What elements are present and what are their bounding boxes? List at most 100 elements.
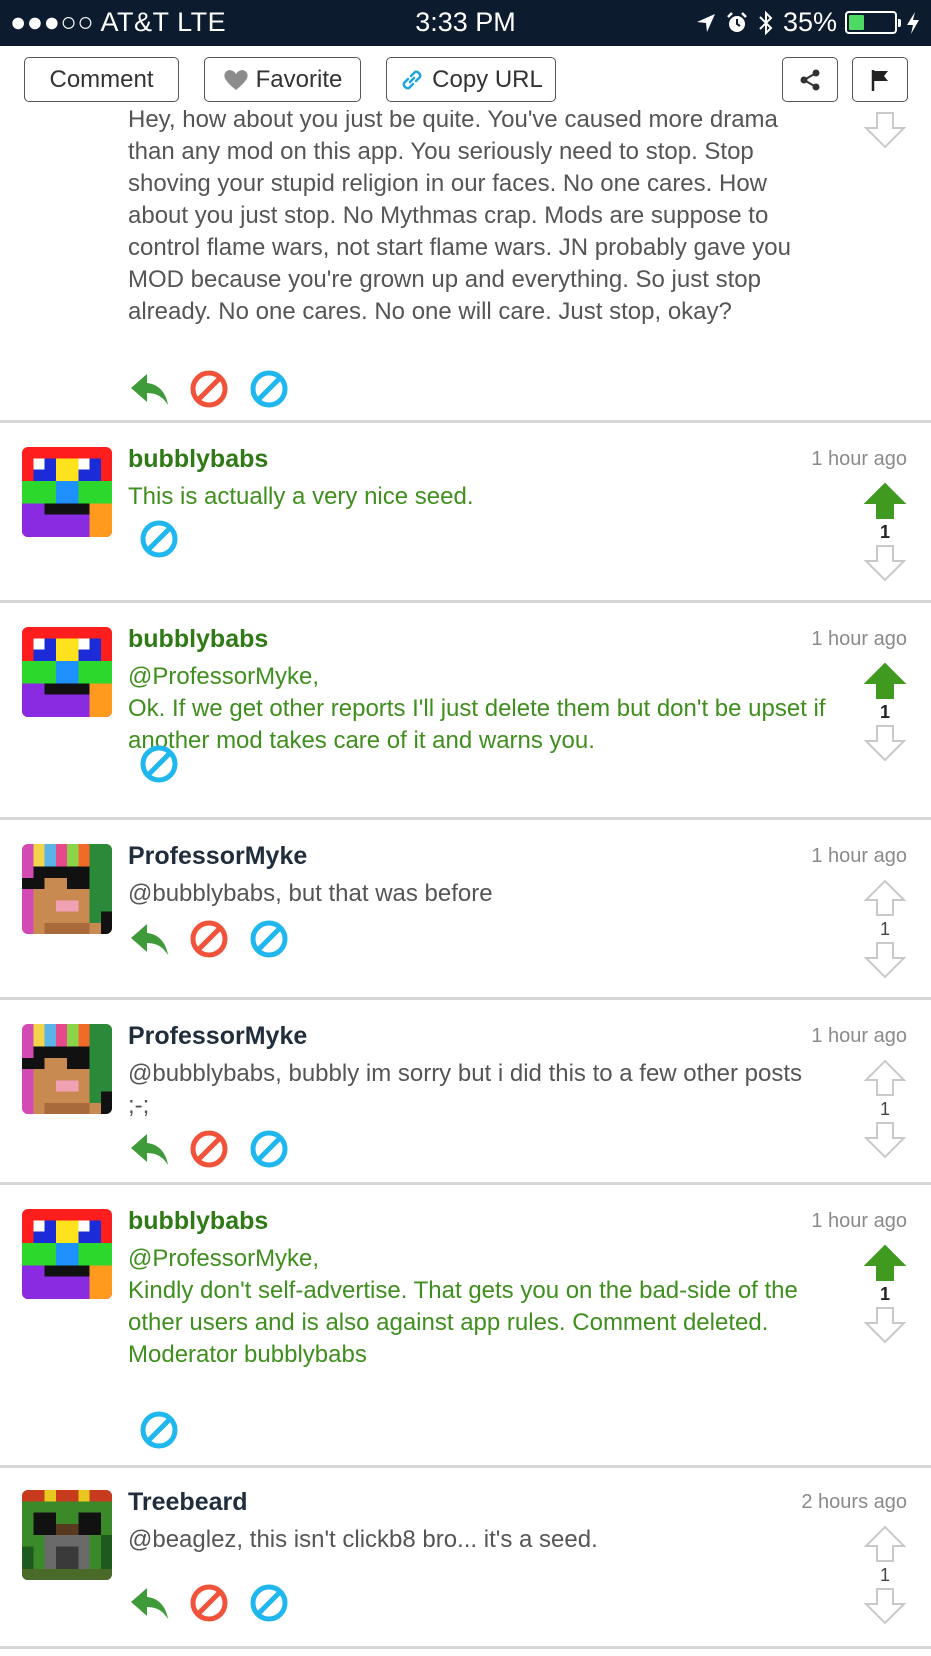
vote-widget: 1 [863, 1243, 907, 1345]
status-bar: ●●●○○ AT&T LTE 3:33 PM 35% [0, 0, 931, 46]
edit-icon[interactable] [138, 1409, 180, 1451]
username[interactable]: bubblybabs [128, 625, 268, 654]
comment-body: @ProfessorMyke, Ok. If we get other repo… [128, 663, 826, 754]
avatar[interactable] [22, 627, 112, 717]
avatar[interactable] [22, 1024, 112, 1114]
report-button[interactable] [852, 57, 908, 102]
copy-url-button-label: Copy URL [432, 65, 543, 93]
vote-widget: 1 [863, 481, 907, 583]
comment-actions [128, 1128, 290, 1170]
upvote-arrow-icon[interactable] [863, 1243, 907, 1283]
timestamp: 1 hour ago [811, 1210, 907, 1232]
location-arrow-icon [696, 13, 715, 32]
vote-widget: 1 [863, 661, 907, 763]
username[interactable]: ProfessorMyke [128, 1022, 307, 1051]
comment-button[interactable]: Comment [24, 57, 179, 102]
downvote-arrow-icon[interactable] [863, 723, 907, 763]
comment-actions [128, 918, 290, 960]
flag-icon [871, 69, 888, 91]
vote-widget: 1 [863, 1524, 907, 1626]
vote-count: 1 [879, 702, 890, 722]
ban-icon[interactable] [188, 368, 230, 410]
comment: bubblybabs 1 hour ago This is actually a… [0, 423, 931, 600]
comment: bubblybabs 1 hour ago @ProfessorMyke, Ok… [0, 603, 931, 817]
comment: Treebeard 2 hours ago @beaglez, this isn… [0, 1468, 931, 1646]
upvote-arrow-icon[interactable] [863, 661, 907, 701]
comment-body: @bubblybabs, but that was before [128, 880, 493, 907]
upvote-arrow-icon[interactable] [863, 1524, 907, 1564]
edit-icon[interactable] [138, 743, 180, 785]
comment-body: This is actually a very nice seed. [128, 483, 474, 510]
vote-count: 1 [879, 522, 890, 542]
ban-icon[interactable] [188, 918, 230, 960]
status-right: 35% [695, 7, 921, 38]
username[interactable]: ProfessorMyke [128, 842, 307, 871]
comment-partial: Hey, how about you just be quite. You've… [0, 106, 931, 420]
comment-actions [128, 368, 290, 410]
ban-icon[interactable] [188, 1128, 230, 1170]
vote-count: 1 [879, 1284, 890, 1304]
avatar[interactable] [22, 1490, 112, 1580]
bluetooth-icon [759, 10, 773, 35]
downvote-arrow-icon[interactable] [863, 940, 907, 980]
avatar[interactable] [22, 844, 112, 934]
reply-icon[interactable] [128, 1128, 170, 1170]
comment-button-label: Comment [49, 65, 154, 93]
vote-count: 1 [879, 1099, 890, 1119]
timestamp: 1 hour ago [811, 448, 907, 470]
downvote-arrow-icon[interactable] [863, 543, 907, 583]
vote-widget: 1 [863, 1058, 907, 1160]
upvote-arrow-icon[interactable] [863, 878, 907, 918]
vote-widget [863, 110, 907, 150]
username[interactable]: bubblybabs [128, 1207, 268, 1236]
edit-icon[interactable] [248, 1128, 290, 1170]
edit-icon[interactable] [248, 1582, 290, 1624]
avatar[interactable] [22, 1209, 112, 1299]
comment-actions [138, 1409, 180, 1451]
share-icon [800, 69, 820, 90]
downvote-arrow-icon[interactable] [863, 110, 907, 150]
timestamp: 1 hour ago [811, 845, 907, 867]
link-icon [402, 70, 422, 89]
username[interactable]: bubblybabs [128, 445, 268, 474]
vote-count: 1 [879, 1565, 890, 1585]
comment-actions [138, 518, 180, 560]
upvote-arrow-icon[interactable] [863, 481, 907, 521]
username[interactable]: Treebeard [128, 1488, 248, 1517]
favorite-button-label: Favorite [255, 65, 343, 93]
timestamp: 2 hours ago [801, 1491, 907, 1513]
downvote-arrow-icon[interactable] [863, 1120, 907, 1160]
downvote-arrow-icon[interactable] [863, 1305, 907, 1345]
reply-icon[interactable] [128, 368, 170, 410]
reply-icon[interactable] [128, 918, 170, 960]
lightning-icon [907, 11, 919, 34]
timestamp: 1 hour ago [811, 1025, 907, 1047]
share-button[interactable] [782, 57, 838, 102]
upvote-arrow-icon[interactable] [863, 1058, 907, 1098]
ban-icon[interactable] [188, 1582, 230, 1624]
toolbar: Comment Favorite Copy URL [0, 46, 931, 110]
avatar[interactable] [22, 447, 112, 537]
reply-icon[interactable] [128, 1582, 170, 1624]
comment-body: Hey, how about you just be quite. You've… [128, 106, 791, 325]
copy-url-button[interactable]: Copy URL [386, 57, 556, 102]
alarm-icon [727, 11, 747, 32]
comment: ProfessorMyke 1 hour ago @bubblybabs, bu… [0, 820, 931, 997]
vote-count: 1 [879, 919, 890, 939]
comment-actions [138, 743, 180, 785]
comment-body: @beaglez, this isn't clickb8 bro... it's… [128, 1526, 598, 1553]
comment: ProfessorMyke 1 hour ago @bubblybabs, bu… [0, 1000, 931, 1182]
edit-icon[interactable] [248, 918, 290, 960]
comment-divider [0, 1646, 931, 1649]
comment: bubblybabs 1 hour ago @ProfessorMyke, Ki… [0, 1185, 931, 1465]
timestamp: 1 hour ago [811, 628, 907, 650]
edit-icon[interactable] [248, 368, 290, 410]
battery-fill [849, 15, 865, 30]
comment-actions [128, 1582, 290, 1624]
battery-icon [845, 11, 901, 34]
comment-body: @bubblybabs, bubbly im sorry but i did t… [128, 1060, 803, 1119]
comment-body: @ProfessorMyke, Kindly don't self-advert… [128, 1245, 798, 1368]
downvote-arrow-icon[interactable] [863, 1586, 907, 1626]
favorite-button[interactable]: Favorite [204, 57, 361, 102]
edit-icon[interactable] [138, 518, 180, 560]
